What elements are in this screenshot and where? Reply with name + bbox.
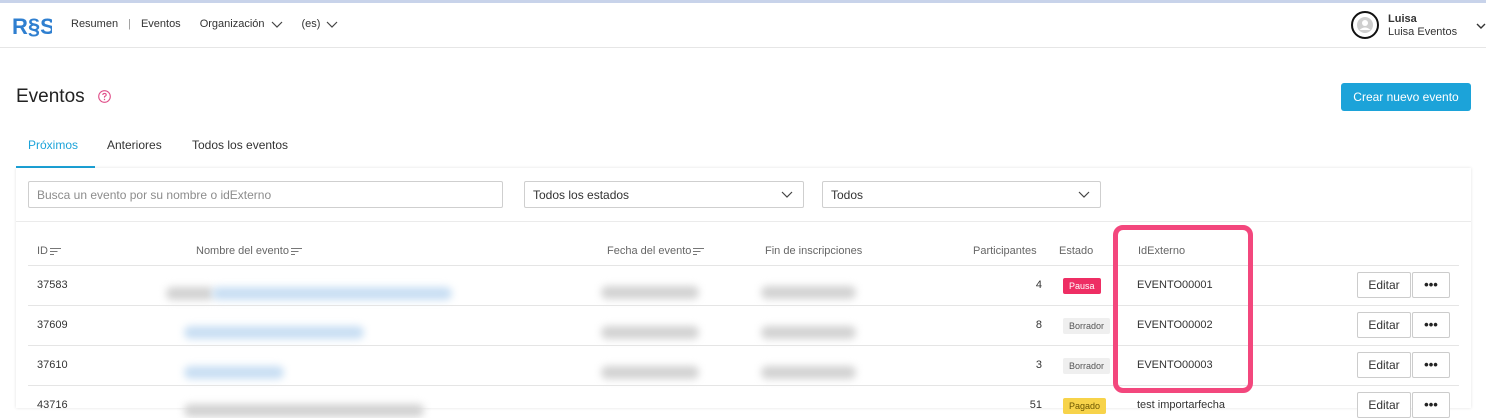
tab-anteriores[interactable]: Anteriores	[107, 138, 162, 152]
edit-button[interactable]: Editar	[1357, 312, 1411, 338]
type-select-value: Todos	[831, 188, 864, 202]
user-org: Luisa Eventos	[1388, 26, 1458, 38]
nav-item-resumen[interactable]: Resumen	[71, 18, 118, 30]
blurred-event-name	[184, 326, 364, 339]
row-id: 37610	[37, 359, 68, 371]
status-select-value: Todos los estados	[533, 188, 630, 202]
user-menu[interactable]: Luisa Luisa Eventos	[1351, 11, 1486, 39]
row-id: 37609	[37, 319, 68, 331]
column-header-participants-label: Participantes	[973, 245, 1037, 257]
row-id: 43716	[37, 399, 68, 411]
column-header-participants: Participantes	[973, 245, 1037, 257]
column-header-status-label: Estado	[1059, 245, 1094, 257]
blurred-event-date	[601, 326, 699, 339]
row-id: 37583	[37, 279, 68, 291]
row-participants: 4	[1035, 279, 1042, 291]
column-header-name[interactable]: Nombre del evento	[196, 245, 302, 257]
page-title: Eventos	[16, 86, 85, 107]
row-external-id: test importarfecha	[1137, 399, 1226, 411]
column-header-external-id: IdExterno	[1138, 245, 1185, 257]
blurred-end-date	[761, 366, 856, 379]
filter-divider	[16, 221, 1471, 222]
blurred-event-name	[184, 366, 284, 379]
user-icon	[1357, 17, 1373, 33]
app-logo[interactable]: R§S	[12, 13, 52, 39]
help-icon[interactable]	[98, 90, 111, 103]
nav-item-organizacion[interactable]: Organización	[200, 18, 283, 30]
status-badge: Borrador	[1063, 358, 1111, 374]
top-bar: R§S Resumen | Eventos Organización (es) …	[0, 3, 1486, 48]
blurred-event-name	[166, 287, 214, 300]
column-header-end-label: Fin de inscripciones	[765, 245, 863, 257]
more-options-button[interactable]: •••	[1412, 352, 1450, 378]
table-divider	[28, 345, 1459, 346]
status-badge: Pagado	[1063, 398, 1107, 414]
chevron-down-icon	[781, 191, 793, 198]
row-participants: 51	[1029, 399, 1042, 411]
blurred-event-date	[601, 286, 699, 299]
more-options-button[interactable]: •••	[1412, 392, 1450, 418]
status-badge: Borrador	[1063, 318, 1111, 334]
blurred-event-name	[212, 287, 452, 300]
sort-icon	[50, 247, 61, 255]
sort-icon	[290, 247, 302, 255]
column-header-id[interactable]: ID	[37, 245, 61, 257]
status-select[interactable]: Todos los estados	[524, 181, 804, 208]
more-options-button[interactable]: •••	[1412, 272, 1450, 298]
app-logo-text: R§S	[12, 14, 52, 39]
main-nav: Resumen | Eventos Organización (es)	[71, 18, 338, 30]
row-external-id: EVENTO00001	[1137, 279, 1213, 291]
chevron-down-icon	[271, 21, 282, 28]
avatar	[1351, 11, 1379, 39]
row-external-id: EVENTO00003	[1137, 359, 1213, 371]
chevron-down-icon	[327, 21, 338, 28]
create-event-button[interactable]: Crear nuevo evento	[1341, 83, 1471, 111]
column-header-id-label: ID	[37, 245, 48, 257]
row-participants: 3	[1035, 359, 1042, 371]
type-select[interactable]: Todos	[822, 181, 1101, 208]
tab-proximos[interactable]: Próximos	[28, 138, 78, 152]
nav-item-language-label: (es)	[301, 18, 321, 30]
chevron-down-icon	[1476, 23, 1486, 29]
nav-separator: |	[128, 18, 131, 30]
nav-item-language[interactable]: (es)	[302, 18, 339, 30]
blurred-event-date	[601, 366, 699, 379]
chevron-down-icon	[1078, 191, 1090, 198]
table-divider	[28, 265, 1459, 266]
edit-button[interactable]: Editar	[1357, 352, 1411, 378]
column-header-date[interactable]: Fecha del evento	[607, 245, 705, 257]
search-input[interactable]	[28, 181, 503, 208]
column-header-status: Estado	[1059, 245, 1093, 257]
tab-todos-los-eventos[interactable]: Todos los eventos	[192, 138, 288, 152]
more-options-button[interactable]: •••	[1412, 312, 1450, 338]
blurred-end-date	[761, 326, 856, 339]
user-name: Luisa	[1388, 13, 1417, 25]
column-header-end: Fin de inscripciones	[765, 245, 862, 257]
edit-button[interactable]: Editar	[1357, 392, 1411, 418]
blurred-end-date	[761, 286, 856, 299]
events-panel: Todos los estados Todos ID Nombre del ev…	[16, 168, 1471, 418]
sort-icon	[693, 247, 705, 255]
table-divider	[28, 305, 1459, 306]
column-header-name-label: Nombre del evento	[196, 245, 289, 257]
nav-item-organizacion-label: Organización	[199, 18, 265, 30]
table-divider	[28, 385, 1459, 386]
edit-button[interactable]: Editar	[1357, 272, 1411, 298]
column-header-external-id-label: IdExterno	[1138, 245, 1186, 257]
nav-item-eventos[interactable]: Eventos	[141, 18, 181, 30]
row-participants: 8	[1035, 319, 1042, 331]
event-tabs: Próximos Anteriores Todos los eventos	[16, 128, 1471, 168]
row-external-id: EVENTO00002	[1137, 319, 1213, 331]
column-header-date-label: Fecha del evento	[607, 245, 692, 257]
status-badge: Pausa	[1063, 278, 1101, 294]
user-info: Luisa Luisa Eventos	[1388, 13, 1457, 39]
